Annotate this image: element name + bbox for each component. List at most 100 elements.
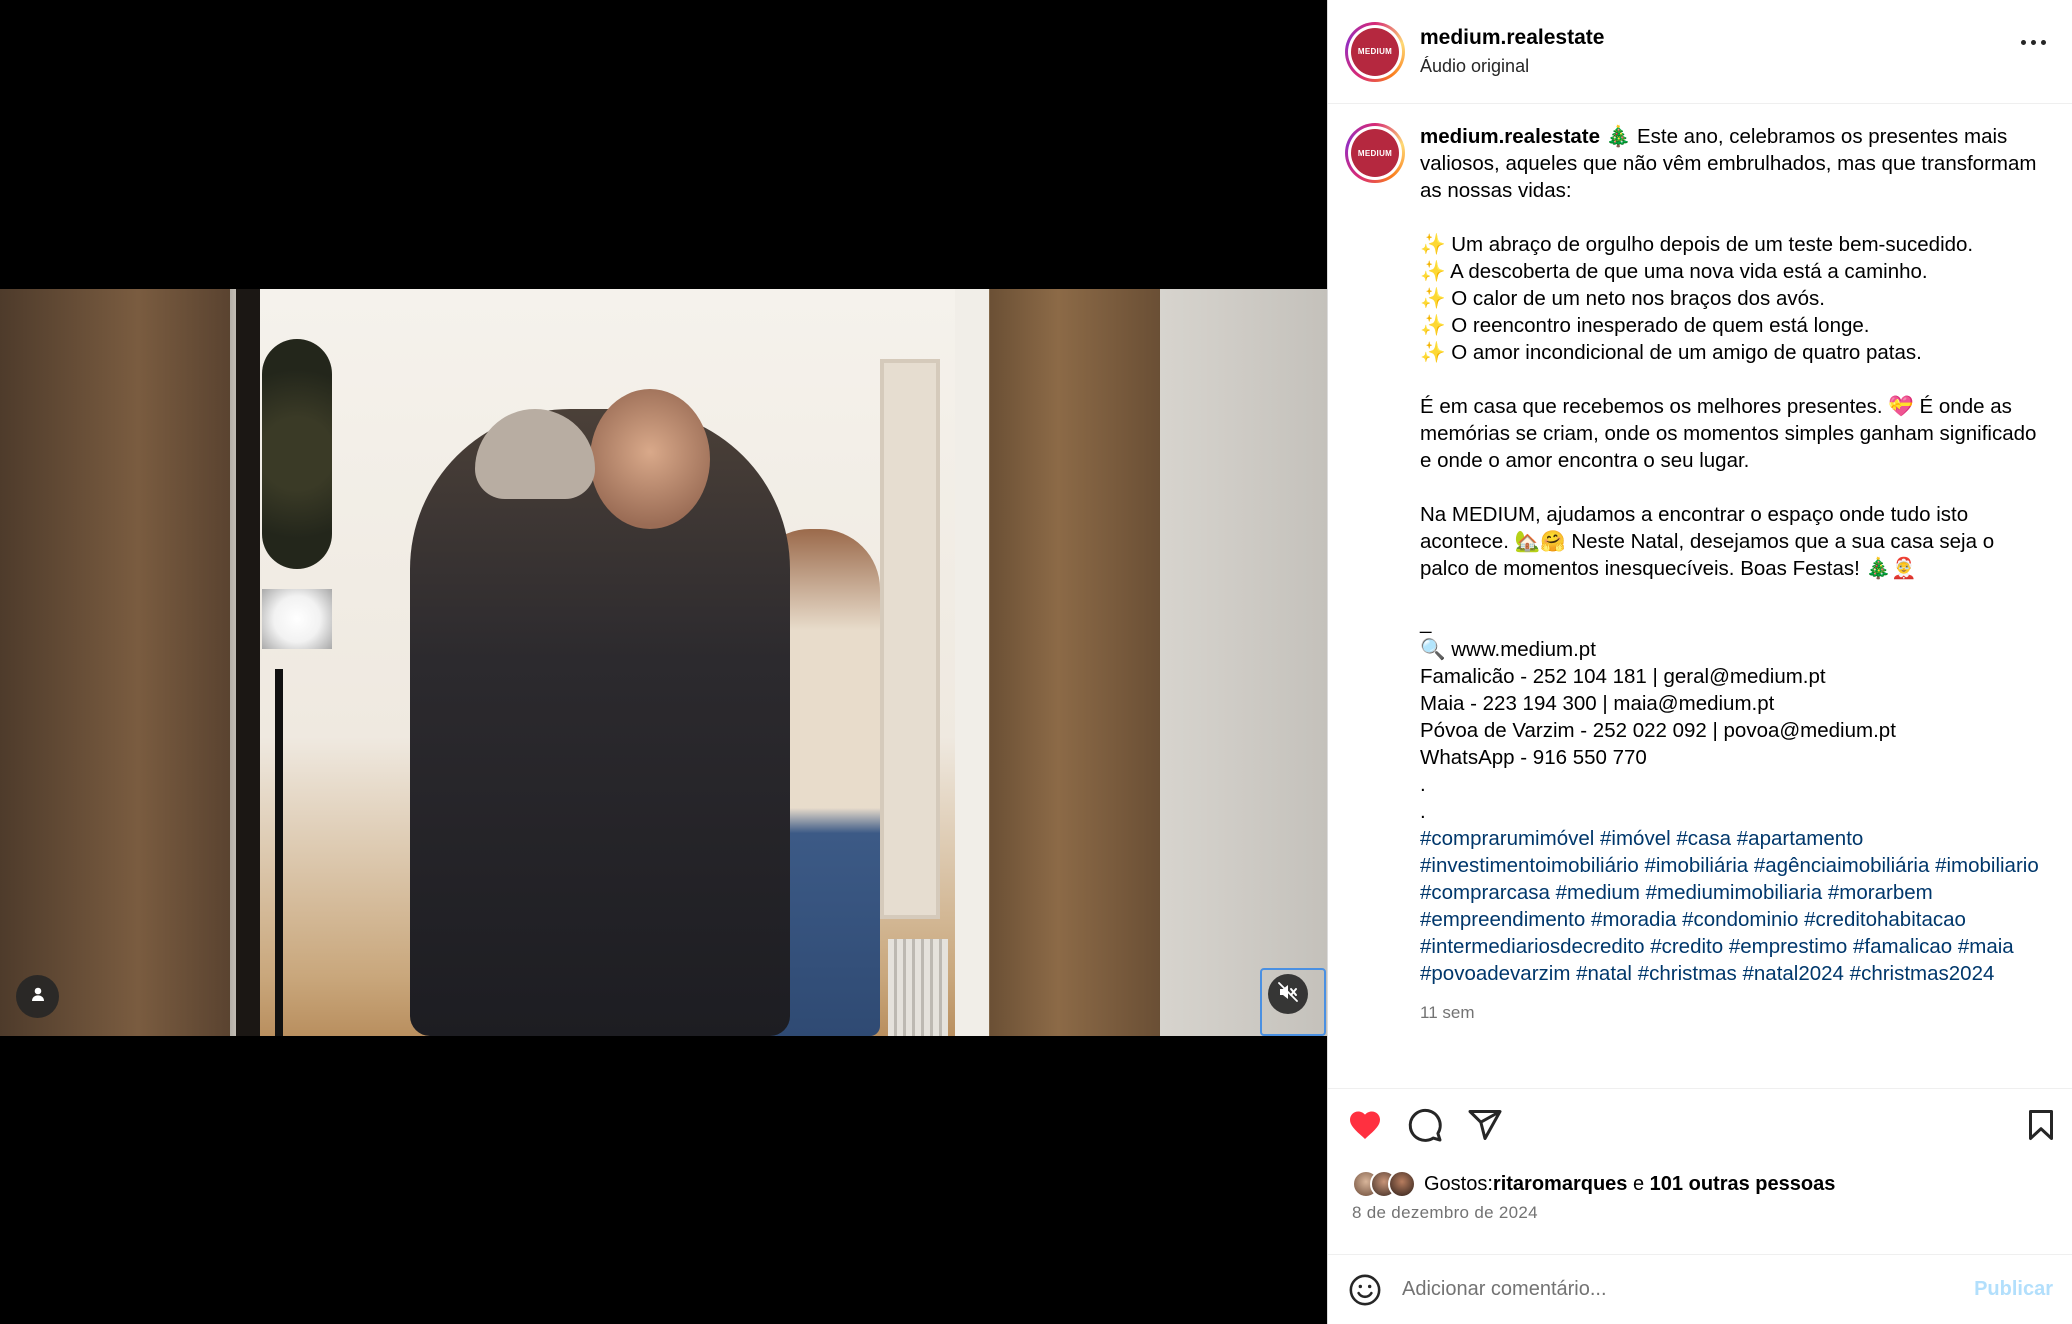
caption-hashtags: #comprarumimóvel #imóvel #casa #apartame… xyxy=(1420,825,2040,987)
media-viewer xyxy=(0,0,1327,1324)
likes-prefix: Gostos: xyxy=(1424,1172,1493,1195)
caption-avatar-border: MEDIUM xyxy=(1348,126,1402,180)
mute-circle xyxy=(1268,974,1308,1014)
likers-avatars[interactable] xyxy=(1352,1170,1416,1198)
comment-input[interactable] xyxy=(1402,1278,1975,1301)
comment-bar: Publicar xyxy=(1328,1254,2072,1324)
caption-line: Maia - 223 194 300 | maia@medium.pt xyxy=(1420,692,1775,715)
hashtag-link[interactable]: #mediumimobiliaria xyxy=(1646,881,1823,904)
avatar-border: MEDIUM xyxy=(1348,24,1402,79)
caption-line: Na MEDIUM, ajudamos a encontrar o espaço… xyxy=(1420,503,2000,580)
hashtag-link[interactable]: #famalicao xyxy=(1853,935,1952,958)
caption-line: ✨ O reencontro inesperado de quem está l… xyxy=(1420,314,1870,337)
likes-joiner: e xyxy=(1627,1172,1650,1195)
video-frame-doorframe-right xyxy=(955,289,989,1036)
hashtag-link[interactable]: #medium xyxy=(1556,881,1640,904)
hashtag-link[interactable]: #condominio xyxy=(1682,908,1798,931)
caption-line: Póvoa de Varzim - 252 022 092 | povoa@me… xyxy=(1420,719,1896,742)
caption-line: ✨ Um abraço de orgulho depois de um test… xyxy=(1420,233,1974,256)
caption-body: medium.realestate 🎄 Este ano, celebramos… xyxy=(1420,123,2040,1088)
hashtag-link[interactable]: #povoadevarzim xyxy=(1420,962,1570,985)
caption-line: ✨ O calor de um neto nos braços dos avós… xyxy=(1420,287,1825,310)
hashtag-link[interactable]: #emprestimo xyxy=(1729,935,1848,958)
avatar-logo: MEDIUM xyxy=(1351,27,1399,76)
caption-line xyxy=(1420,474,2040,501)
hashtag-link[interactable]: #imobiliária xyxy=(1644,854,1748,877)
video-frame-door-left xyxy=(0,289,230,1036)
caption-text: medium.realestate 🎄 Este ano, celebramos… xyxy=(1420,123,2040,825)
comment-bubble-icon[interactable] xyxy=(1407,1107,1443,1148)
hashtag-link[interactable]: #casa xyxy=(1676,827,1731,850)
header-text: medium.realestate Áudio original xyxy=(1420,26,1604,77)
hashtag-link[interactable]: #morarbem xyxy=(1828,881,1933,904)
hashtag-link[interactable]: #agênciaimobiliária xyxy=(1754,854,1930,877)
caption-line: WhatsApp - 916 550 770 xyxy=(1420,746,1647,769)
video-frame-door xyxy=(880,359,940,919)
caption-line xyxy=(1420,204,2040,231)
post-panel: MEDIUM medium.realestate Áudio original … xyxy=(1327,0,2072,1324)
hashtag-link[interactable]: #intermediariosdecredito xyxy=(1420,935,1644,958)
caption-avatar[interactable]: MEDIUM xyxy=(1345,123,1405,183)
caption-line: medium.realestate 🎄 Este ano, celebramos… xyxy=(1420,123,2040,204)
likes-summary: Gostos: ritaromarques e 101 outras pesso… xyxy=(1352,1170,1835,1198)
hashtag-link[interactable]: #empreendimento xyxy=(1420,908,1585,931)
hashtag-link[interactable]: #imóvel xyxy=(1600,827,1671,850)
hashtag-link[interactable]: #investimentoimobiliário xyxy=(1420,854,1639,877)
speaker-muted-icon xyxy=(1278,981,1298,1007)
video-frame-stand xyxy=(275,669,283,1036)
caption-line: 🔍 www.medium.pt xyxy=(1420,638,1596,661)
hashtag-link[interactable]: #comprarcasa xyxy=(1420,881,1550,904)
post-header: MEDIUM medium.realestate Áudio original xyxy=(1328,0,2072,104)
video-frame-doorframe xyxy=(236,289,260,1036)
smiley-icon[interactable] xyxy=(1348,1273,1382,1307)
hashtag-link[interactable]: #maia xyxy=(1958,935,2014,958)
tagged-users-button[interactable] xyxy=(16,975,59,1018)
hashtag-link[interactable]: #christmas2024 xyxy=(1850,962,1995,985)
hashtag-link[interactable]: #natal2024 xyxy=(1743,962,1844,985)
caption-line: . xyxy=(1420,773,1426,796)
caption-line: É em casa que recebemos os melhores pres… xyxy=(1420,395,2043,472)
caption-line: Famalicão - 252 104 181 | geral@medium.p… xyxy=(1420,665,1826,688)
more-dots-icon[interactable] xyxy=(2021,40,2046,45)
hashtag-link[interactable]: #credito xyxy=(1650,935,1723,958)
caption-scroll-area[interactable]: MEDIUM medium.realestate 🎄 Este ano, cel… xyxy=(1328,105,2072,1088)
paper-plane-icon[interactable] xyxy=(1467,1107,1503,1148)
publish-button[interactable]: Publicar xyxy=(1974,1278,2053,1301)
caption-line: ✨ A descoberta de que uma nova vida está… xyxy=(1420,260,1928,283)
hashtag-link[interactable]: #apartamento xyxy=(1737,827,1864,850)
heart-filled-icon[interactable] xyxy=(1347,1107,1383,1148)
hashtag-link[interactable]: #imobiliario xyxy=(1935,854,2039,877)
video-frame-face xyxy=(590,389,710,529)
header-username-link[interactable]: medium.realestate xyxy=(1420,26,1604,50)
liker-avatar xyxy=(1388,1170,1416,1198)
hashtag-link[interactable]: #christmas xyxy=(1638,962,1737,985)
original-audio-link[interactable]: Áudio original xyxy=(1420,56,1604,77)
video-frame-wall xyxy=(1160,289,1327,1036)
caption-line xyxy=(1420,366,2040,393)
user-silhouette-icon xyxy=(30,986,46,1007)
avatar[interactable]: MEDIUM xyxy=(1345,21,1405,82)
caption-line xyxy=(1420,582,2040,609)
video-frame-radiator xyxy=(888,939,948,1036)
caption-username-link[interactable]: medium.realestate xyxy=(1420,125,1600,148)
action-bar xyxy=(1328,1088,2072,1172)
caption-line: . xyxy=(1420,800,1426,823)
other-likers-link[interactable]: 101 outras pessoas xyxy=(1650,1173,1836,1196)
hashtag-link[interactable]: #moradia xyxy=(1591,908,1676,931)
liker-username-link[interactable]: ritaromarques xyxy=(1493,1173,1628,1196)
hashtag-link[interactable]: #natal xyxy=(1576,962,1632,985)
video-frame-door-right xyxy=(990,289,1160,1036)
caption-line: ✨ O amor incondicional de um amigo de qu… xyxy=(1420,341,1922,364)
hashtag-link[interactable]: #comprarumimóvel xyxy=(1420,827,1594,850)
caption-line: _ xyxy=(1420,611,1432,634)
mute-toggle-button[interactable] xyxy=(1260,968,1326,1036)
post-time-ago[interactable]: 11 sem xyxy=(1420,999,2040,1026)
caption-avatar-logo: MEDIUM xyxy=(1351,129,1399,177)
post-date: 8 de dezembro de 2024 xyxy=(1352,1203,1538,1222)
video-player[interactable] xyxy=(0,289,1327,1036)
video-frame-light xyxy=(262,589,332,649)
video-frame-hug xyxy=(410,409,790,1036)
video-frame-wreath xyxy=(262,339,332,569)
bookmark-icon[interactable] xyxy=(2023,1107,2059,1148)
hashtag-link[interactable]: #creditohabitacao xyxy=(1804,908,1966,931)
